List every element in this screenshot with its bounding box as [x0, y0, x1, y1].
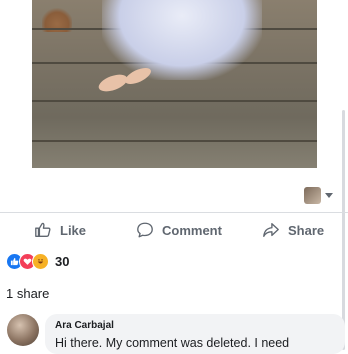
share-arrow-icon — [262, 221, 280, 239]
reaction-count: 30 — [55, 254, 70, 269]
post-photo[interactable] — [32, 0, 317, 168]
chevron-down-icon — [325, 193, 333, 198]
avatar-icon — [304, 187, 321, 204]
commenter-name[interactable]: Ara Carbajal — [55, 320, 335, 331]
comment-icon — [136, 221, 154, 239]
divider — [0, 212, 348, 213]
like-label: Like — [60, 222, 87, 238]
comment-item: Ara Carbajal Hi there. My comment was de… — [7, 314, 345, 354]
stair-step-edge — [32, 100, 317, 102]
share-count[interactable]: 1 share — [6, 286, 49, 301]
thumbs-up-icon — [34, 221, 52, 239]
like-button[interactable]: Like — [34, 214, 86, 246]
reaction-summary[interactable]: 30 — [6, 253, 69, 270]
stair-step-edge — [32, 140, 317, 142]
dress — [102, 0, 262, 80]
haha-reaction-icon — [32, 253, 49, 270]
share-label: Share — [288, 222, 325, 238]
commenter-avatar[interactable] — [7, 314, 39, 346]
comment-bubble: Ara Carbajal Hi there. My comment was de… — [45, 314, 345, 354]
post-actions: Like Comment Share — [0, 214, 348, 246]
comment-label: Comment — [162, 222, 222, 238]
comment-button[interactable]: Comment — [136, 214, 222, 246]
share-button[interactable]: Share — [262, 214, 324, 246]
actor-switcher[interactable] — [304, 187, 333, 204]
